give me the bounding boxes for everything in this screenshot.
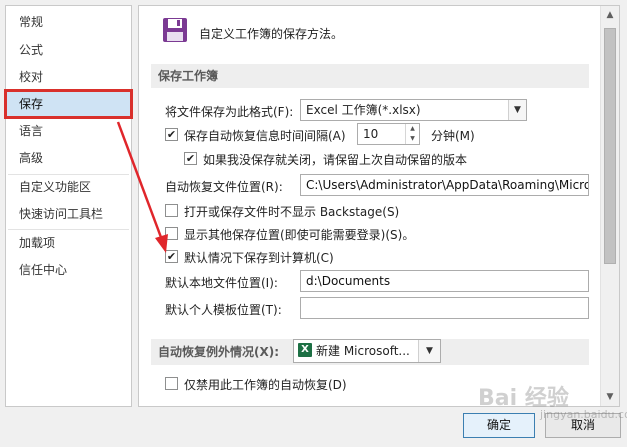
save-format-value: Excel 工作簿(*.xlsx) [306, 103, 421, 117]
autorecover-workbook-value: 新建 Microsoft... [316, 344, 410, 358]
cancel-button[interactable]: 取消 [545, 413, 621, 438]
autorecover-location-label: 自动恢复文件位置(R): [165, 180, 283, 194]
excel-icon: X [298, 343, 312, 357]
spinner-arrows[interactable]: ▲ ▼ [405, 124, 419, 144]
nav-item-quick-access-toolbar[interactable]: 快速访问工具栏 [6, 202, 131, 227]
options-nav-panel: 常规 公式 校对 保存 语言 高级 自定义功能区 快速访问工具栏 加载项 信任中… [5, 5, 132, 407]
default-local-location-label: 默认本地文件位置(I): [165, 276, 278, 290]
default-local-location-input[interactable]: d:\Documents [300, 270, 589, 292]
no-backstage-checkbox[interactable] [165, 204, 178, 217]
nav-item-proofing[interactable]: 校对 [6, 65, 131, 90]
scroll-thumb[interactable] [604, 28, 616, 264]
nav-item-advanced[interactable]: 高级 [6, 146, 131, 171]
floppy-disk-icon [162, 17, 188, 43]
minutes-label: 分钟(M) [431, 129, 475, 143]
nav-item-language[interactable]: 语言 [6, 119, 131, 144]
ok-button[interactable]: 确定 [463, 413, 535, 438]
nav-item-save[interactable]: 保存 [6, 92, 131, 117]
save-to-computer-label: 默认情况下保存到计算机(C) [184, 251, 334, 265]
default-template-location-label: 默认个人模板位置(T): [165, 303, 282, 317]
scroll-down-icon[interactable]: ▼ [601, 388, 619, 406]
nav-item-general[interactable]: 常规 [6, 10, 131, 35]
scroll-up-icon[interactable]: ▲ [601, 6, 619, 24]
nav-item-trust-center[interactable]: 信任中心 [6, 258, 131, 283]
keep-last-version-label: 如果我没保存就关闭，请保留上次自动保留的版本 [203, 153, 468, 167]
disable-autorecover-label: 仅禁用此工作簿的自动恢复(D) [184, 378, 347, 392]
save-format-label: 将文件保存为此格式(F): [165, 105, 294, 119]
keep-last-version-checkbox[interactable]: ✔ [184, 152, 197, 165]
show-other-locations-checkbox[interactable] [165, 227, 178, 240]
nav-divider [8, 229, 129, 230]
disable-autorecover-checkbox[interactable] [165, 377, 178, 390]
autorecover-exceptions-label: 自动恢复例外情况(X): [158, 345, 280, 359]
show-other-locations-label: 显示其他保存位置(即使可能需要登录)(S)。 [184, 228, 415, 242]
spin-down-icon[interactable]: ▼ [406, 134, 419, 144]
save-to-computer-checkbox[interactable]: ✔ [165, 250, 178, 263]
nav-item-customize-ribbon[interactable]: 自定义功能区 [6, 175, 131, 200]
nav-item-add-ins[interactable]: 加载项 [6, 231, 131, 256]
page-title: 自定义工作簿的保存方法。 [199, 27, 344, 41]
autorecover-workbook-select[interactable]: X 新建 Microsoft... ▼ [293, 339, 441, 363]
vertical-scrollbar[interactable]: ▲ ▼ [600, 6, 619, 406]
save-format-select[interactable]: Excel 工作簿(*.xlsx) ▼ [300, 99, 527, 121]
no-backstage-label: 打开或保存文件时不显示 Backstage(S) [184, 205, 400, 219]
chevron-down-icon[interactable]: ▼ [508, 100, 526, 120]
chevron-down-icon[interactable]: ▼ [418, 340, 440, 362]
section-header-save-workbook: 保存工作簿 [151, 64, 589, 88]
nav-item-formulas[interactable]: 公式 [6, 38, 131, 63]
autorecover-minutes-spinner[interactable]: 10 ▲ ▼ [357, 123, 420, 145]
spin-up-icon[interactable]: ▲ [406, 124, 419, 134]
default-template-location-input[interactable] [300, 297, 589, 319]
autorecover-minutes-value: 10 [363, 127, 379, 141]
autorecover-location-input[interactable]: C:\Users\Administrator\AppData\Roaming\M… [300, 174, 589, 196]
autorecover-checkbox[interactable]: ✔ [165, 128, 178, 141]
autorecover-label: 保存自动恢复信息时间间隔(A) [184, 129, 346, 143]
